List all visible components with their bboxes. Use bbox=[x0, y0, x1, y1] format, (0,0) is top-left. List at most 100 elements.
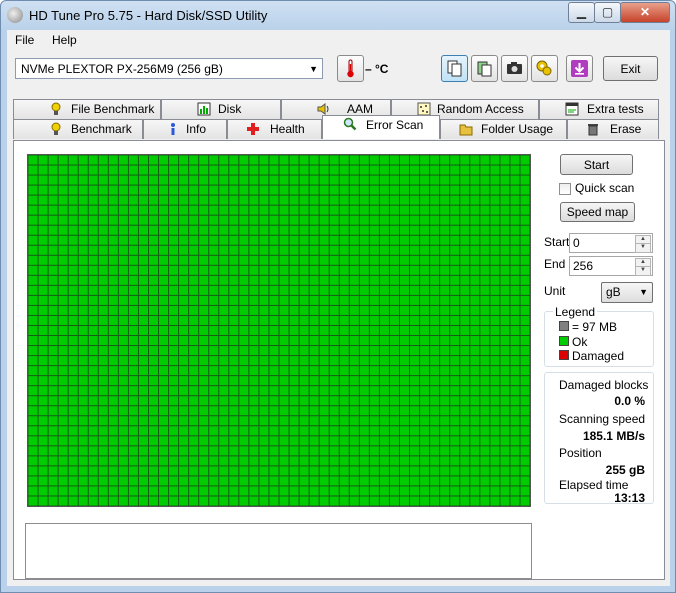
scan-block bbox=[169, 496, 179, 506]
scan-block bbox=[148, 426, 159, 436]
start-scan-button[interactable]: Start bbox=[560, 154, 633, 175]
tab-health[interactable]: Health bbox=[227, 119, 322, 139]
scan-block bbox=[128, 175, 138, 185]
scan-block bbox=[259, 265, 269, 275]
scan-block bbox=[420, 446, 430, 456]
scan-block bbox=[199, 165, 209, 175]
scan-block bbox=[128, 245, 138, 255]
spin-down-icon[interactable]: ▼ bbox=[635, 266, 651, 276]
copy-screenshot-button[interactable] bbox=[471, 55, 498, 82]
scan-block bbox=[199, 275, 209, 285]
scan-block bbox=[339, 406, 349, 416]
scan-block bbox=[430, 245, 440, 255]
wrench-gear-icon bbox=[536, 60, 552, 76]
scan-block bbox=[118, 235, 128, 245]
save-button[interactable] bbox=[566, 55, 593, 82]
scan-block bbox=[249, 255, 259, 265]
scan-block bbox=[339, 496, 349, 506]
scan-block bbox=[510, 446, 520, 456]
copy-text-button[interactable] bbox=[441, 55, 468, 82]
scan-block bbox=[48, 346, 58, 356]
tab-benchmark[interactable]: Benchmark bbox=[13, 119, 143, 139]
scan-block bbox=[239, 446, 249, 456]
scan-block bbox=[58, 325, 68, 336]
scan-block bbox=[58, 416, 68, 426]
scan-block bbox=[189, 356, 199, 366]
scan-block bbox=[359, 205, 369, 215]
scan-block bbox=[369, 235, 379, 245]
close-button[interactable]: ✕ bbox=[620, 2, 670, 23]
tab-extra-tests[interactable]: Extra tests bbox=[539, 99, 659, 119]
camera-icon bbox=[507, 62, 522, 74]
scan-block bbox=[78, 476, 88, 486]
end-position-input[interactable]: 256 ▲ ▼ bbox=[569, 256, 653, 276]
scan-block bbox=[179, 195, 189, 205]
quick-scan-checkbox[interactable] bbox=[559, 183, 571, 195]
tab-erase[interactable]: Erase bbox=[567, 119, 659, 139]
scan-block bbox=[38, 406, 48, 416]
scan-block bbox=[510, 356, 520, 366]
scan-block bbox=[399, 185, 410, 195]
menu-file[interactable]: File bbox=[15, 33, 34, 47]
scan-block bbox=[118, 386, 128, 396]
tab-folder-usage[interactable]: Folder Usage bbox=[440, 119, 567, 139]
scan-block bbox=[379, 406, 389, 416]
scan-block bbox=[68, 225, 78, 235]
scan-block bbox=[189, 396, 199, 406]
scan-block bbox=[138, 356, 148, 366]
scan-block bbox=[68, 165, 78, 175]
scan-block bbox=[389, 325, 399, 336]
scan-block bbox=[379, 356, 389, 366]
options-button[interactable] bbox=[531, 55, 558, 82]
scan-block bbox=[148, 356, 159, 366]
title-bar[interactable]: HD Tune Pro 5.75 - Hard Disk/SSD Utility… bbox=[1, 1, 675, 29]
scan-block bbox=[299, 315, 309, 325]
scan-block bbox=[179, 346, 189, 356]
drive-select[interactable]: NVMe PLEXTOR PX-256M9 (256 gB) ▼ bbox=[15, 58, 323, 79]
minimize-button[interactable]: ▁ bbox=[568, 2, 595, 23]
scan-block bbox=[199, 476, 209, 486]
scan-block bbox=[249, 225, 259, 235]
scan-block bbox=[450, 275, 460, 285]
scan-block bbox=[259, 336, 269, 346]
scan-block bbox=[369, 245, 379, 255]
speed-map-button[interactable]: Speed map bbox=[560, 202, 635, 222]
scan-block bbox=[58, 255, 68, 265]
scan-block bbox=[339, 245, 349, 255]
scan-block bbox=[379, 155, 389, 165]
start-position-input[interactable]: 0 ▲ ▼ bbox=[569, 233, 653, 253]
scan-block bbox=[309, 356, 319, 366]
scan-block bbox=[420, 336, 430, 346]
scan-block bbox=[98, 175, 108, 185]
scan-block bbox=[279, 456, 289, 466]
scan-block bbox=[329, 386, 339, 396]
exit-button[interactable]: Exit bbox=[603, 56, 658, 81]
temperature-button[interactable] bbox=[337, 55, 364, 82]
tab-disk-monitor[interactable]: Disk monitor bbox=[161, 99, 281, 135]
scan-block bbox=[159, 336, 169, 346]
scan-block bbox=[229, 185, 239, 195]
scan-block bbox=[259, 255, 269, 265]
spin-down-icon[interactable]: ▼ bbox=[635, 243, 651, 253]
tab-info[interactable]: Info bbox=[143, 119, 227, 139]
scan-block bbox=[78, 406, 88, 416]
damaged-blocks-label: Damaged blocks bbox=[559, 378, 649, 392]
menu-help[interactable]: Help bbox=[52, 33, 77, 47]
scan-block bbox=[199, 486, 209, 496]
scan-block bbox=[319, 346, 329, 356]
scan-block bbox=[38, 305, 48, 315]
error-scan-panel: Start Quick scan Speed map Start 0 ▲ ▼ E… bbox=[13, 140, 665, 580]
maximize-button[interactable]: ▢ bbox=[594, 2, 621, 23]
scan-block bbox=[269, 436, 279, 446]
scan-block bbox=[299, 336, 309, 346]
scan-block bbox=[159, 175, 169, 185]
screenshot-button[interactable] bbox=[501, 55, 528, 82]
scan-block bbox=[279, 466, 289, 476]
tab-file-benchmark[interactable]: File Benchmark bbox=[13, 99, 161, 119]
scan-block bbox=[128, 325, 138, 336]
tab-error-scan[interactable]: Error Scan bbox=[322, 115, 440, 139]
scan-block bbox=[259, 305, 269, 315]
unit-select[interactable]: gB ▼ bbox=[601, 282, 653, 303]
scan-block bbox=[430, 356, 440, 366]
scan-block bbox=[420, 265, 430, 275]
